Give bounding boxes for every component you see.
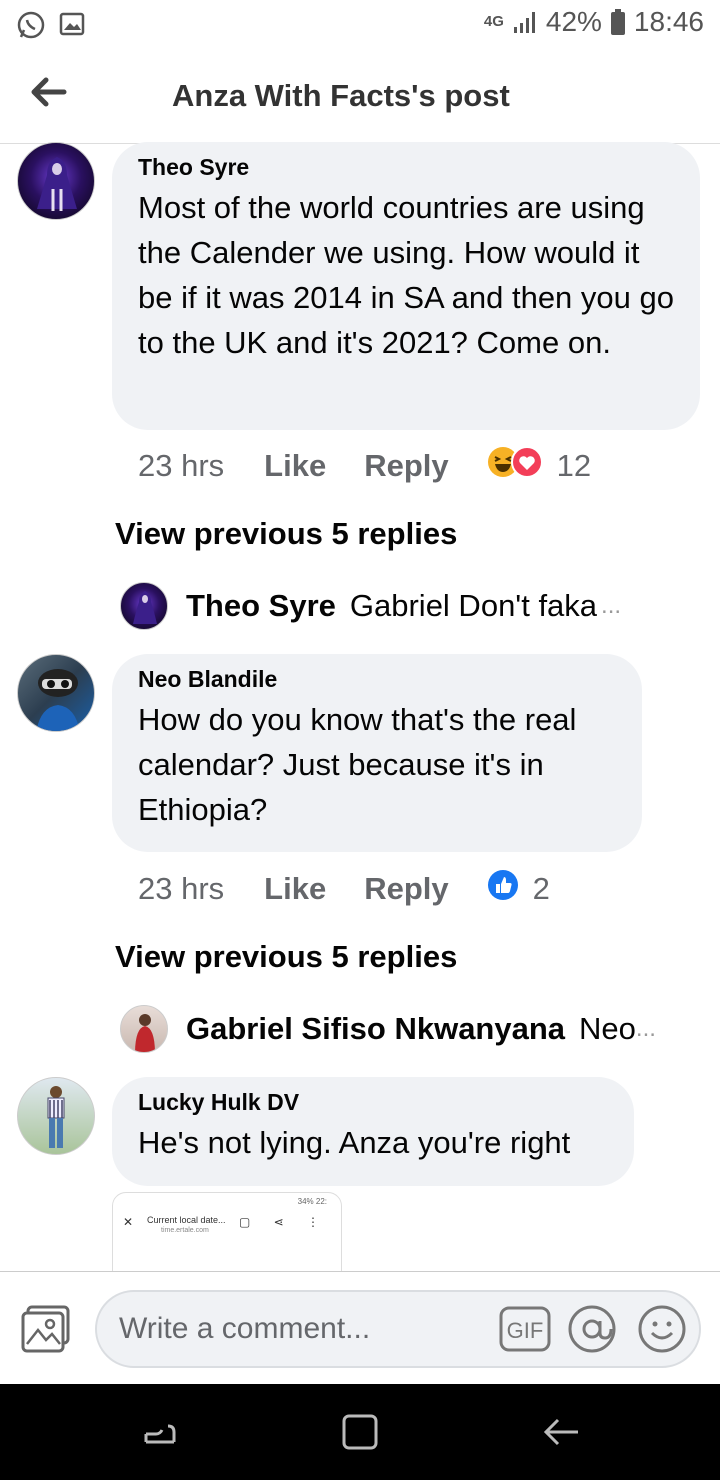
comment-input[interactable]: Write a comment... GIF: [95, 1290, 701, 1368]
recents-icon[interactable]: [140, 1412, 180, 1452]
reply-author[interactable]: Gabriel Sifiso Nkwanyana: [186, 1011, 565, 1047]
comment-composer: Write a comment... GIF: [0, 1271, 720, 1384]
latest-reply[interactable]: Gabriel Sifiso Nkwanyana Neo ...: [120, 1005, 656, 1053]
mention-icon[interactable]: [567, 1304, 617, 1354]
comment-bubble[interactable]: Neo Blandile How do you know that's the …: [112, 654, 642, 852]
avatar[interactable]: [17, 142, 95, 220]
browser-toolbar-icons: ▢ ⋖ ⋮: [238, 1215, 329, 1229]
like-reaction-icon: [487, 869, 519, 909]
avatar[interactable]: [17, 654, 95, 732]
avatar[interactable]: [120, 582, 168, 630]
reactions[interactable]: 12: [487, 446, 591, 486]
page-title: Anza With Facts's post: [172, 78, 510, 113]
like-button[interactable]: Like: [264, 871, 326, 907]
home-icon[interactable]: [340, 1412, 380, 1452]
battery-icon: [610, 8, 626, 36]
system-navigation-bar: [0, 1384, 720, 1480]
comment-actions: 23 hrs Like Reply 2: [138, 869, 550, 909]
comment-time[interactable]: 23 hrs: [138, 448, 224, 484]
comment-image-attachment[interactable]: 34% 22: ✕ Current local date... time.ert…: [112, 1192, 342, 1272]
reply-button[interactable]: Reply: [364, 448, 448, 484]
attachment-status-bar: 34% 22:: [297, 1197, 327, 1206]
view-previous-replies[interactable]: View previous 5 replies: [115, 939, 457, 975]
reply-ellipsis: ...: [635, 1015, 656, 1042]
gif-icon[interactable]: GIF: [499, 1306, 551, 1352]
reply-text: Neo: [579, 1011, 636, 1046]
signal-icon: [512, 9, 538, 35]
view-previous-replies[interactable]: View previous 5 replies: [115, 516, 457, 552]
gif-label: GIF: [507, 1318, 544, 1343]
comment-author[interactable]: Theo Syre: [138, 154, 674, 181]
comment-bubble[interactable]: Theo Syre Most of the world countries ar…: [112, 142, 700, 430]
photo-icon[interactable]: [20, 1304, 74, 1354]
back-nav-icon[interactable]: [542, 1412, 582, 1452]
back-arrow-icon[interactable]: [26, 72, 70, 112]
gallery-icon: [58, 10, 86, 40]
comment-text: How do you know that's the real calendar…: [138, 702, 577, 827]
avatar[interactable]: [120, 1005, 168, 1053]
post-header: Anza With Facts's post: [0, 50, 720, 144]
love-icon: [510, 446, 543, 486]
battery-percent: 42%: [545, 6, 602, 37]
reply-button[interactable]: Reply: [364, 871, 448, 907]
latest-reply[interactable]: Theo Syre Gabriel Don't faka ...: [120, 582, 621, 630]
reply-ellipsis: ...: [601, 592, 622, 619]
reaction-count: 12: [556, 448, 592, 483]
comment-author[interactable]: Neo Blandile: [138, 666, 616, 693]
reactions[interactable]: 2: [487, 869, 550, 909]
comment-author[interactable]: Lucky Hulk DV: [138, 1089, 608, 1116]
network-type: 4G: [483, 13, 504, 30]
avatar[interactable]: [17, 1077, 95, 1155]
comment-bubble[interactable]: Lucky Hulk DV He's not lying. Anza you'r…: [112, 1077, 634, 1186]
comment-actions: 23 hrs Like Reply 12: [138, 446, 591, 486]
reaction-count: 2: [532, 871, 550, 906]
reply-author[interactable]: Theo Syre: [186, 588, 336, 624]
reply-text: Gabriel Don't faka: [349, 588, 598, 623]
comment-placeholder: Write a comment...: [119, 1312, 371, 1345]
attachment-domain: time.ertale.com: [161, 1227, 209, 1234]
comment-text: He's not lying. Anza you're right: [138, 1125, 571, 1160]
comment-time[interactable]: 23 hrs: [138, 871, 224, 907]
like-button[interactable]: Like: [264, 448, 326, 484]
status-bar: 4G 42% 18:46: [0, 0, 720, 50]
close-icon: ✕: [123, 1215, 134, 1229]
attachment-url: Current local date...: [147, 1215, 226, 1225]
emoji-icon[interactable]: [637, 1304, 687, 1354]
comment-text: Most of the world countries are using th…: [138, 190, 674, 360]
whatsapp-icon: [16, 10, 46, 40]
clock: 18:46: [633, 6, 704, 37]
